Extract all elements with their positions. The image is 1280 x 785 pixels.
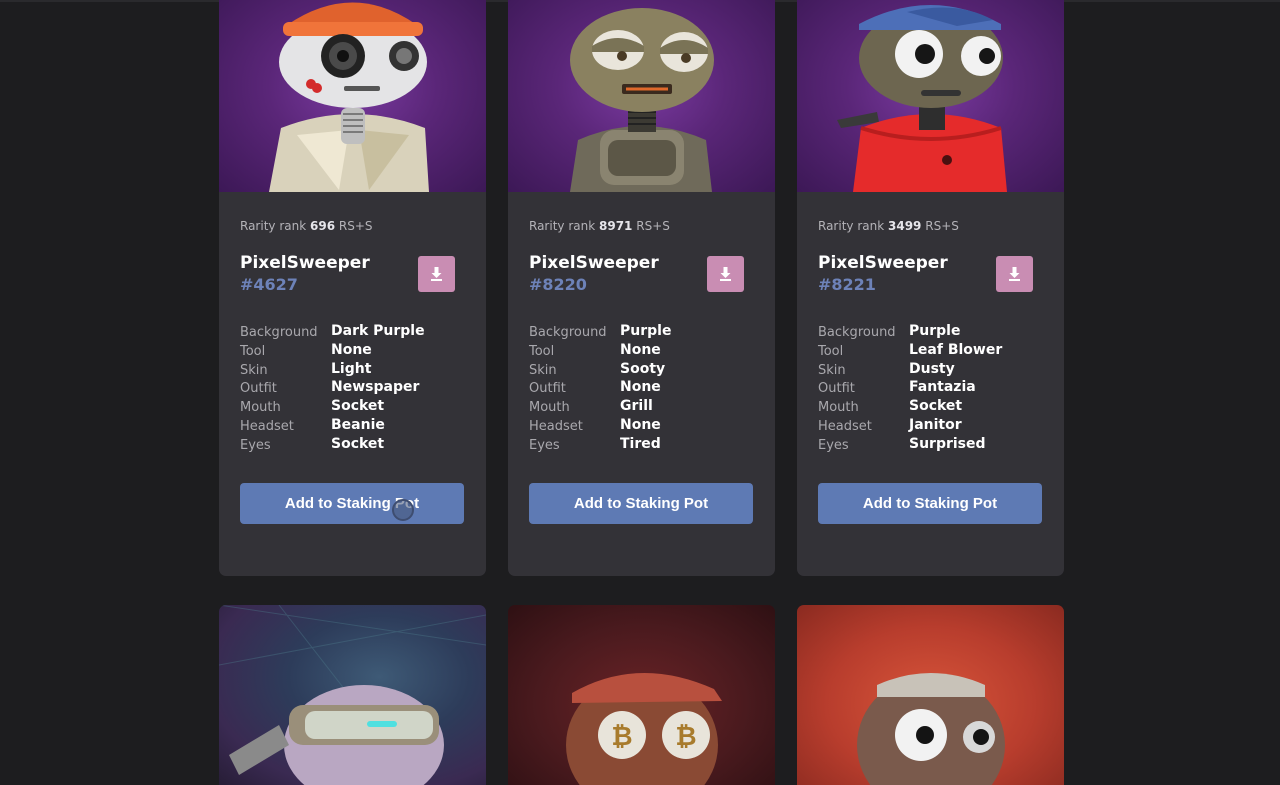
trait-value: None	[331, 341, 372, 358]
trait-row: Eyes Socket	[240, 436, 470, 455]
trait-row: Outfit Newspaper	[240, 379, 470, 398]
trait-value: Newspaper	[331, 379, 420, 396]
trait-key: Skin	[818, 362, 846, 378]
trait-value: Dusty	[909, 360, 955, 377]
trait-key: Background	[240, 325, 318, 340]
trait-value: Tired	[620, 435, 661, 452]
trait-row: Background Purple	[818, 323, 1048, 342]
trait-value: Fantazia	[909, 379, 976, 396]
rarity-rank-value: 696	[310, 219, 336, 233]
trait-value: Grill	[620, 398, 653, 415]
nft-number: #4627	[240, 275, 298, 294]
nft-card-image[interactable]	[797, 605, 1064, 785]
download-button[interactable]	[996, 256, 1033, 292]
trait-row: Skin Dusty	[818, 361, 1048, 380]
trait-key: Tool	[240, 343, 266, 359]
trait-key: Headset	[818, 418, 872, 434]
nft-card-image[interactable]: ₿ ₿	[508, 605, 775, 785]
trait-row: Background Dark Purple	[240, 323, 470, 342]
trait-value: Janitor	[909, 416, 962, 433]
download-button[interactable]	[707, 256, 744, 292]
trait-value: Purple	[909, 323, 961, 339]
nft-number: #8220	[529, 275, 587, 294]
nft-image[interactable]	[219, 0, 486, 192]
trait-row: Headset Beanie	[240, 417, 470, 436]
nft-card-image[interactable]	[219, 605, 486, 785]
trait-list: Background Purple Tool None Skin Sooty Outf…	[529, 323, 759, 455]
rarity-rank: Rarity rank 3499 RS+S	[818, 219, 959, 233]
trait-value: Light	[331, 360, 372, 377]
trait-value: Socket	[331, 435, 385, 452]
nft-name: PixelSweeper	[240, 253, 370, 273]
download-icon	[431, 267, 442, 281]
mouse-cursor	[392, 499, 414, 521]
trait-row: Tool None	[240, 342, 470, 361]
trait-value: Sooty	[620, 360, 666, 377]
svg-text:₿: ₿	[611, 722, 632, 752]
trait-key: Outfit	[818, 381, 855, 397]
trait-value: None	[620, 416, 661, 433]
rarity-rank-value: 8971	[599, 219, 633, 233]
trait-row: Mouth Grill	[529, 398, 759, 417]
trait-key: Background	[818, 325, 896, 340]
trait-row: Headset None	[529, 417, 759, 436]
trait-row: Skin Light	[240, 361, 470, 380]
trait-key: Tool	[818, 343, 844, 359]
nft-card: Rarity rank 8971 RS+S PixelSweeper #8220…	[508, 0, 775, 576]
trait-key: Tool	[529, 343, 555, 359]
trait-row: Eyes Tired	[529, 436, 759, 455]
trait-row: Outfit None	[529, 379, 759, 398]
rarity-rank: Rarity rank 696 RS+S	[240, 219, 373, 233]
trait-key: Outfit	[240, 381, 277, 397]
trait-key: Headset	[529, 418, 583, 434]
trait-key: Background	[529, 325, 607, 340]
trait-key: Eyes	[818, 437, 849, 453]
trait-row: Eyes Surprised	[818, 436, 1048, 455]
trait-key: Eyes	[240, 437, 271, 453]
trait-key: Skin	[529, 362, 557, 378]
nft-name: PixelSweeper	[818, 253, 948, 273]
nft-card: Rarity rank 3499 RS+S PixelSweeper #8221…	[797, 0, 1064, 576]
trait-row: Outfit Fantazia	[818, 379, 1048, 398]
trait-value: None	[620, 341, 661, 358]
nft-card: Rarity rank 696 RS+S PixelSweeper #4627 …	[219, 0, 486, 576]
nft-image[interactable]	[508, 0, 775, 192]
trait-row: Tool None	[529, 342, 759, 361]
trait-key: Headset	[240, 418, 294, 434]
trait-value: Leaf Blower	[909, 341, 1003, 358]
trait-list: Background Purple Tool Leaf Blower Skin Dus…	[818, 323, 1048, 455]
add-to-staking-pot-button[interactable]: Add to Staking Pot	[529, 483, 753, 524]
trait-value: Purple	[620, 323, 672, 339]
trait-value: Socket	[331, 398, 385, 415]
trait-row: Mouth Socket	[818, 398, 1048, 417]
add-to-staking-pot-button[interactable]: Add to Staking Pot	[240, 483, 464, 524]
download-icon	[1009, 267, 1020, 281]
trait-row: Background Purple	[529, 323, 759, 342]
trait-value: None	[620, 379, 661, 396]
trait-row: Skin Sooty	[529, 361, 759, 380]
download-icon	[720, 267, 731, 281]
trait-value: Beanie	[331, 416, 385, 433]
svg-text:₿: ₿	[675, 722, 696, 752]
trait-key: Mouth	[529, 400, 570, 416]
trait-key: Outfit	[529, 381, 566, 397]
trait-key: Mouth	[818, 400, 859, 416]
trait-row: Headset Janitor	[818, 417, 1048, 436]
download-button[interactable]	[418, 256, 455, 292]
trait-row: Mouth Socket	[240, 398, 470, 417]
trait-key: Skin	[240, 362, 268, 378]
trait-row: Tool Leaf Blower	[818, 342, 1048, 361]
trait-key: Mouth	[240, 400, 281, 416]
trait-list: Background Dark Purple Tool None Skin Light…	[240, 323, 470, 455]
add-to-staking-pot-button[interactable]: Add to Staking Pot	[818, 483, 1042, 524]
trait-value: Socket	[909, 398, 963, 415]
nft-number: #8221	[818, 275, 876, 294]
rarity-rank-value: 3499	[888, 219, 922, 233]
nft-image[interactable]	[797, 0, 1064, 192]
trait-key: Eyes	[529, 437, 560, 453]
trait-value: Surprised	[909, 435, 986, 452]
rarity-rank: Rarity rank 8971 RS+S	[529, 219, 670, 233]
trait-value: Dark Purple	[331, 323, 425, 339]
nft-name: PixelSweeper	[529, 253, 659, 273]
